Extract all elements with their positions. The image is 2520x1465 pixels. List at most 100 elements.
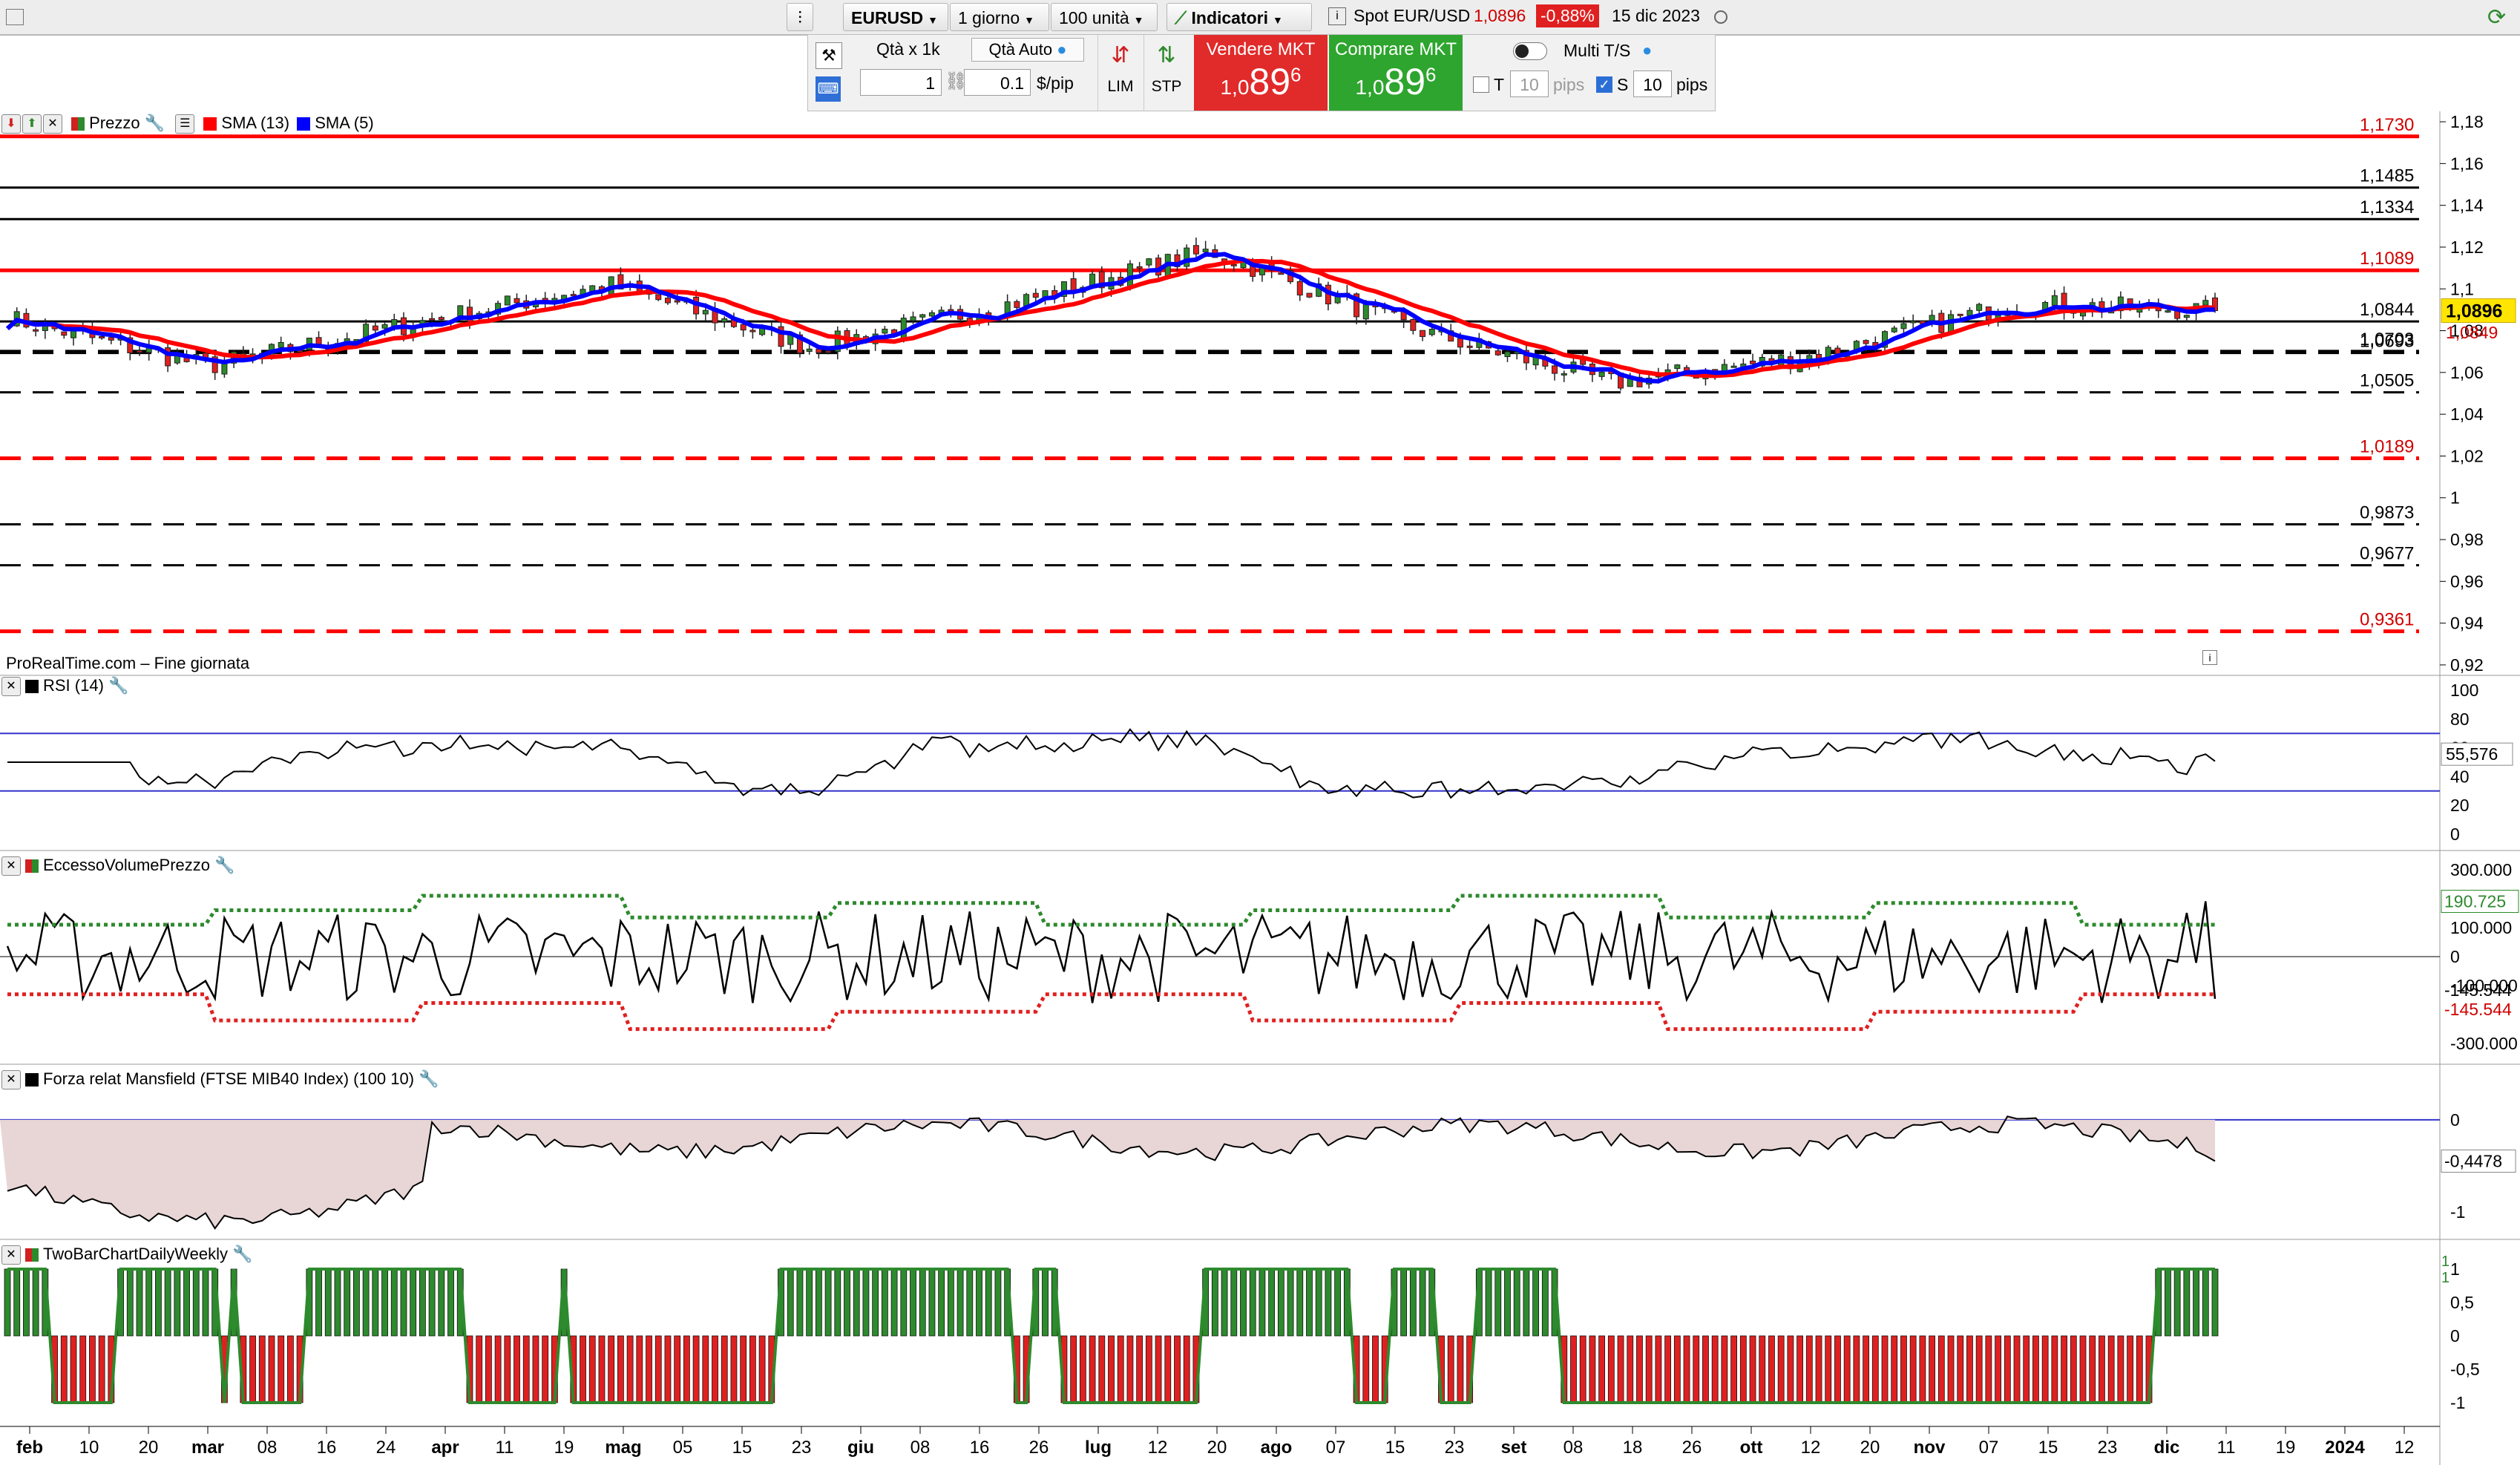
twobar-down-bar [504, 1335, 511, 1403]
twobar-down-bar [1098, 1335, 1106, 1403]
twobar-down-bar [2089, 1335, 2096, 1403]
wrench-icon[interactable]: 🔧 [145, 114, 165, 132]
twobar-down-bar [1881, 1335, 1889, 1403]
twobar-up-bar [428, 1268, 436, 1337]
price-tick-label: 1,14 [2450, 196, 2484, 215]
wrench-icon[interactable]: ⚒ [816, 42, 842, 69]
window-icon[interactable] [6, 9, 24, 25]
twobar-up-bar [1334, 1268, 1342, 1337]
wrench-icon[interactable]: 🔧 [419, 1069, 439, 1088]
twobar-up-bar [966, 1268, 974, 1337]
keyboard-icon[interactable]: ⌨ [816, 76, 841, 102]
candle-down [33, 329, 39, 332]
candle-down [438, 317, 444, 321]
candle-up [1966, 309, 1973, 316]
indicators-button[interactable]: ⟋ Indicatori ▼ [1167, 3, 1312, 31]
excess-volume-panel[interactable]: 300.000100.0000-100.000-300.000190.725-1… [0, 850, 2520, 1053]
level-label: 1,1089 [2360, 249, 2414, 269]
price-tick-label: 0,94 [2450, 614, 2484, 633]
twobar-down-bar [1739, 1335, 1747, 1403]
twobar-up-bar [438, 1268, 445, 1337]
twobar-down-bar [692, 1335, 700, 1403]
twobar-down-bar [1909, 1335, 1917, 1403]
twobar-down-bar [730, 1335, 738, 1403]
symbol-selector[interactable]: EURUSD ▼ [843, 3, 948, 31]
candle-down [1296, 281, 1303, 296]
twobar-up-bar [890, 1268, 898, 1337]
list-icon[interactable]: ☰ [175, 114, 195, 134]
chart-tools-icon[interactable]: ⫶ [787, 3, 813, 31]
twobar-tick-label: -1 [2450, 1393, 2465, 1412]
twobar-down-bar [2070, 1335, 2077, 1403]
twobar-panel[interactable]: 10,50-0,5-111 [0, 1239, 2520, 1412]
s-checkbox[interactable]: ✓ [1596, 76, 1612, 93]
close-icon[interactable]: ✕ [1, 856, 21, 876]
price-tick-label: 0,98 [2450, 530, 2484, 549]
candle-up [1730, 365, 1737, 368]
spot-price: 1,0896 [1474, 6, 1526, 25]
twobar-down-bar [1174, 1335, 1181, 1403]
multi-ts-toggle[interactable] [1513, 42, 1547, 60]
wrench-icon[interactable]: 🔧 [232, 1245, 252, 1263]
sell-market-button[interactable]: Vendere MKT 1,0896 [1194, 35, 1328, 111]
qty-auto-button[interactable]: Qtà Auto ● [971, 38, 1084, 62]
limit-arrows-icon: ⇵ [1111, 43, 1130, 68]
price-panel[interactable]: 1,181,161,141,121,11,081,061,041,0210,98… [0, 111, 2520, 1465]
twobar-up-bar [334, 1268, 341, 1337]
candle-down [740, 324, 747, 331]
twobar-up-bar [353, 1268, 360, 1337]
twobar-down-bar [1947, 1335, 1955, 1403]
buy-market-button[interactable]: Comprare MKT 1,0896 [1329, 35, 1463, 111]
twobar-down-bar [2061, 1335, 2067, 1403]
candle-up [381, 324, 388, 329]
refresh-icon[interactable]: ⟳ [2487, 4, 2506, 30]
twobar-down-bar [258, 1335, 266, 1403]
twobar-down-bar [1805, 1335, 1813, 1403]
twobar-down-bar [1117, 1335, 1124, 1403]
wrench-icon[interactable]: 🔧 [214, 856, 234, 874]
close-icon[interactable]: ✕ [1, 677, 21, 697]
close-icon[interactable]: ✕ [43, 114, 62, 134]
t-checkbox[interactable] [1473, 76, 1489, 93]
chart-area[interactable]: 1,181,161,141,121,11,081,061,041,0210,98… [0, 111, 2520, 1465]
qty-input[interactable]: 1 [860, 69, 942, 96]
wrench-icon[interactable]: 🔧 [108, 676, 128, 695]
twobar-up-bar [1249, 1268, 1256, 1337]
candle-down [429, 318, 436, 321]
twobar-down-bar [2136, 1335, 2143, 1403]
limit-order-button[interactable]: ⇵ LIM [1097, 35, 1143, 111]
evp-tick-label: -300.000 [2450, 1034, 2518, 1053]
move-down-icon[interactable]: ⬇ [1, 114, 21, 134]
candle-down [1466, 345, 1473, 348]
last-price-label: 1,0896 [2446, 301, 2502, 322]
x-tick-label: 20 [139, 1438, 159, 1458]
twobar-down-bar [2099, 1335, 2105, 1403]
help-icon: ● [1057, 40, 1067, 59]
info-icon[interactable]: i [2202, 650, 2217, 665]
t-pips-input[interactable]: 10 [1510, 71, 1549, 97]
x-tick-label: 11 [2217, 1438, 2236, 1458]
close-icon[interactable]: ✕ [1, 1070, 21, 1090]
twobar-up-bar [1400, 1268, 1408, 1337]
twobar-down-bar [1693, 1335, 1700, 1403]
candle-down [108, 337, 114, 341]
move-up-icon[interactable]: ⬆ [22, 114, 42, 134]
stop-order-button[interactable]: ⇅ STP [1143, 35, 1189, 111]
s-pips-input[interactable]: 10 [1633, 71, 1672, 97]
price-tick-label: 1,06 [2450, 363, 2484, 382]
x-tick-label: 20 [1207, 1438, 1227, 1458]
watermark: ProRealTime.com – Fine giornata [6, 654, 250, 672]
twobar-up-bar [4, 1268, 11, 1337]
x-tick-label: 10 [79, 1438, 99, 1458]
twobar-up-bar [1240, 1268, 1247, 1337]
units-selector[interactable]: 100 unità ▼ [1051, 3, 1158, 31]
help-icon[interactable]: ● [1642, 41, 1652, 60]
timeframe-selector[interactable]: 1 giorno ▼ [950, 3, 1049, 31]
twobar-down-bar [542, 1335, 549, 1403]
pip-value-input[interactable]: 0.1 [964, 69, 1031, 96]
twobar-value-label: 1 [2441, 1253, 2450, 1270]
info-icon[interactable]: i [1328, 7, 1346, 25]
twobar-down-bar [702, 1335, 709, 1403]
close-icon[interactable]: ✕ [1, 1245, 21, 1265]
rsi-panel[interactable]: 10080604020055,576 [0, 675, 2520, 844]
